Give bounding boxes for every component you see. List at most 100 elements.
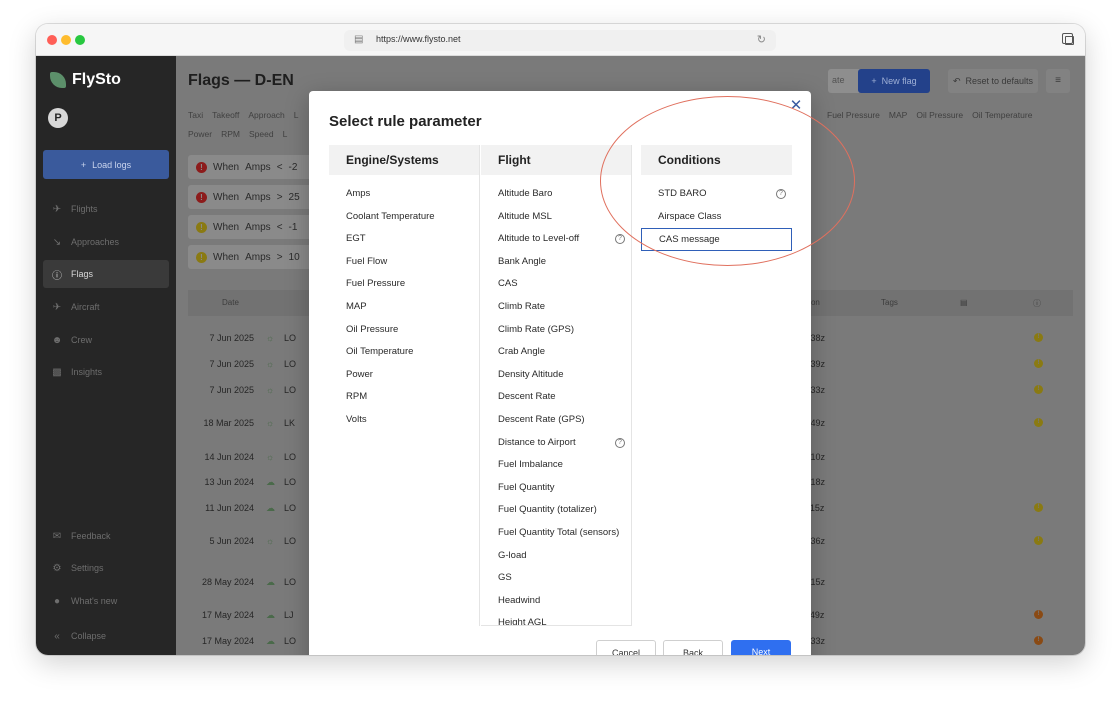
parameter-option[interactable]: EGT xyxy=(329,228,479,251)
aircraft-icon: ✈ xyxy=(52,301,62,313)
parameter-option[interactable]: Volts xyxy=(329,409,479,432)
parameter-option[interactable]: Altitude to Level-off? xyxy=(481,228,631,251)
tab-overview-icon[interactable] xyxy=(1062,33,1074,45)
row-date: 28 May 2024 xyxy=(201,577,254,587)
parameter-option[interactable]: Descent Rate xyxy=(481,386,631,409)
parameter-option[interactable]: Distance to Airport? xyxy=(481,432,631,455)
sidebar-item-feedback[interactable]: ✉ Feedback xyxy=(43,522,169,550)
parameter-option[interactable]: Fuel Quantity Total (sensors) xyxy=(481,522,631,545)
minimize-window-button[interactable] xyxy=(61,35,71,45)
category-tab[interactable]: Takeoff xyxy=(212,110,239,120)
parameter-option[interactable]: RPM xyxy=(329,386,479,409)
category-tab[interactable]: Fuel Pressure xyxy=(827,110,880,120)
category-tab[interactable]: L xyxy=(283,129,288,139)
parameter-option[interactable]: GS xyxy=(481,567,631,590)
parameter-option[interactable]: Headwind xyxy=(481,590,631,613)
parameter-option[interactable]: Power xyxy=(329,364,479,387)
parameter-option[interactable]: MAP xyxy=(329,296,479,319)
collapse-icon: « xyxy=(54,630,60,642)
dialog-title: Select rule parameter xyxy=(329,113,482,130)
reload-icon[interactable]: ↻ xyxy=(757,33,766,46)
rule-param: Amps xyxy=(245,221,271,233)
chart-icon: ▩ xyxy=(52,366,62,378)
new-flag-button[interactable]: + New flag xyxy=(858,69,930,93)
sidebar-item-aircraft[interactable]: ✈ Aircraft xyxy=(43,293,169,321)
flag-rule-row[interactable]: ! When Amps < -2 xyxy=(188,155,318,179)
parameter-option[interactable]: Height AGL xyxy=(481,612,631,625)
zoom-window-button[interactable] xyxy=(75,35,85,45)
category-tab[interactable]: Approach xyxy=(248,110,284,120)
parameter-option[interactable]: Amps xyxy=(329,183,479,206)
filter-settings-button[interactable]: ≡ xyxy=(1046,69,1070,93)
close-window-button[interactable] xyxy=(47,35,57,45)
sidebar-item-settings[interactable]: ⚙ Settings xyxy=(43,554,169,582)
parameter-option[interactable]: Density Altitude xyxy=(481,364,631,387)
notes-column-icon[interactable]: ▤ xyxy=(960,298,968,307)
parameter-option[interactable]: Oil Temperature xyxy=(329,341,479,364)
category-tab[interactable]: Taxi xyxy=(188,110,203,120)
help-icon[interactable]: ? xyxy=(776,189,786,199)
back-button[interactable]: Back xyxy=(663,640,723,655)
sidebar-item-flights[interactable]: ✈ Flights xyxy=(43,195,169,223)
cancel-button[interactable]: Cancel xyxy=(596,640,656,655)
parameter-option[interactable]: STD BARO? xyxy=(641,183,792,206)
parameter-option[interactable]: Fuel Imbalance xyxy=(481,454,631,477)
parameter-option[interactable]: Crab Angle xyxy=(481,341,631,364)
row-date: 7 Jun 2025 xyxy=(209,333,254,343)
category-tab[interactable]: Power xyxy=(188,129,212,139)
parameter-option-selected[interactable]: CAS message xyxy=(641,228,792,251)
load-logs-button[interactable]: + Load logs xyxy=(43,150,169,179)
sidebar-item-crew[interactable]: ☻ Crew xyxy=(43,326,169,354)
category-tab[interactable]: L xyxy=(294,110,299,120)
option-label: Fuel Quantity (totalizer) xyxy=(498,504,597,516)
sidebar-item-approaches[interactable]: ↘ Approaches xyxy=(43,228,169,256)
flag-rule-row[interactable]: ! When Amps > 10 xyxy=(188,245,318,269)
column-header-date[interactable]: Date xyxy=(222,298,239,307)
sidebar-item-collapse[interactable]: « Collapse xyxy=(43,622,169,650)
column-spacer xyxy=(641,175,792,183)
parameter-option[interactable]: Climb Rate xyxy=(481,296,631,319)
parameter-option[interactable]: Fuel Pressure xyxy=(329,273,479,296)
close-icon[interactable]: ✕ xyxy=(789,98,803,113)
sidebar-item-flags[interactable]: ⓘ Flags xyxy=(43,260,169,288)
sidebar-item-label: Crew xyxy=(71,335,93,345)
parameter-option[interactable]: CAS xyxy=(481,273,631,296)
parameter-option[interactable]: Coolant Temperature xyxy=(329,206,479,229)
flag-column-icon[interactable]: ⓘ xyxy=(1033,298,1041,309)
column-header-tags[interactable]: Tags xyxy=(881,298,898,307)
parameter-option[interactable]: Altitude MSL xyxy=(481,206,631,229)
next-button[interactable]: Next xyxy=(731,640,791,655)
parameter-option[interactable]: Climb Rate (GPS) xyxy=(481,319,631,342)
row-date: 5 Jun 2024 xyxy=(209,536,254,546)
reset-to-defaults-button[interactable]: ↶ Reset to defaults xyxy=(948,69,1038,93)
sidebar-item-insights[interactable]: ▩ Insights xyxy=(43,358,169,386)
logo[interactable]: FlySto xyxy=(50,68,121,92)
option-label: Altitude to Level-off xyxy=(498,233,580,245)
column-flight[interactable]: Flight Altitude Baro Altitude MSL Altitu… xyxy=(481,145,632,626)
parameter-option[interactable]: Airspace Class xyxy=(641,206,792,229)
parameter-option[interactable]: Descent Rate (GPS) xyxy=(481,409,631,432)
category-tab[interactable]: Oil Temperature xyxy=(972,110,1032,120)
parameter-option[interactable]: Altitude Baro xyxy=(481,183,631,206)
category-tab[interactable]: MAP xyxy=(889,110,907,120)
parameter-option[interactable]: Fuel Quantity xyxy=(481,477,631,500)
flag-rule-row[interactable]: ! When Amps > 25 xyxy=(188,185,318,209)
address-bar[interactable]: ▤ https://www.flysto.net ↻ xyxy=(344,30,776,51)
category-tab[interactable]: Oil Pressure xyxy=(916,110,963,120)
parameter-option[interactable]: Fuel Flow xyxy=(329,251,479,274)
warning-flag-icon: ! xyxy=(196,251,207,263)
help-icon[interactable]: ? xyxy=(615,234,625,245)
parameter-option[interactable]: Oil Pressure xyxy=(329,319,479,342)
parameter-option[interactable]: G-load xyxy=(481,545,631,568)
rule-when: When xyxy=(213,161,240,173)
parameter-option[interactable]: Fuel Quantity (totalizer) xyxy=(481,499,631,522)
category-tab[interactable]: Speed xyxy=(249,129,274,139)
category-tab[interactable]: RPM xyxy=(221,129,240,139)
sidebar-item-whats-new[interactable]: ● What's new xyxy=(43,587,169,615)
avatar[interactable]: P xyxy=(48,108,68,128)
flag-rule-row[interactable]: ! When Amps < -1 xyxy=(188,215,318,239)
parameter-option[interactable]: Bank Angle xyxy=(481,251,631,274)
help-icon[interactable]: ? xyxy=(615,437,625,448)
option-label: GS xyxy=(498,572,512,584)
row-date: 11 Jun 2024 xyxy=(205,503,254,513)
